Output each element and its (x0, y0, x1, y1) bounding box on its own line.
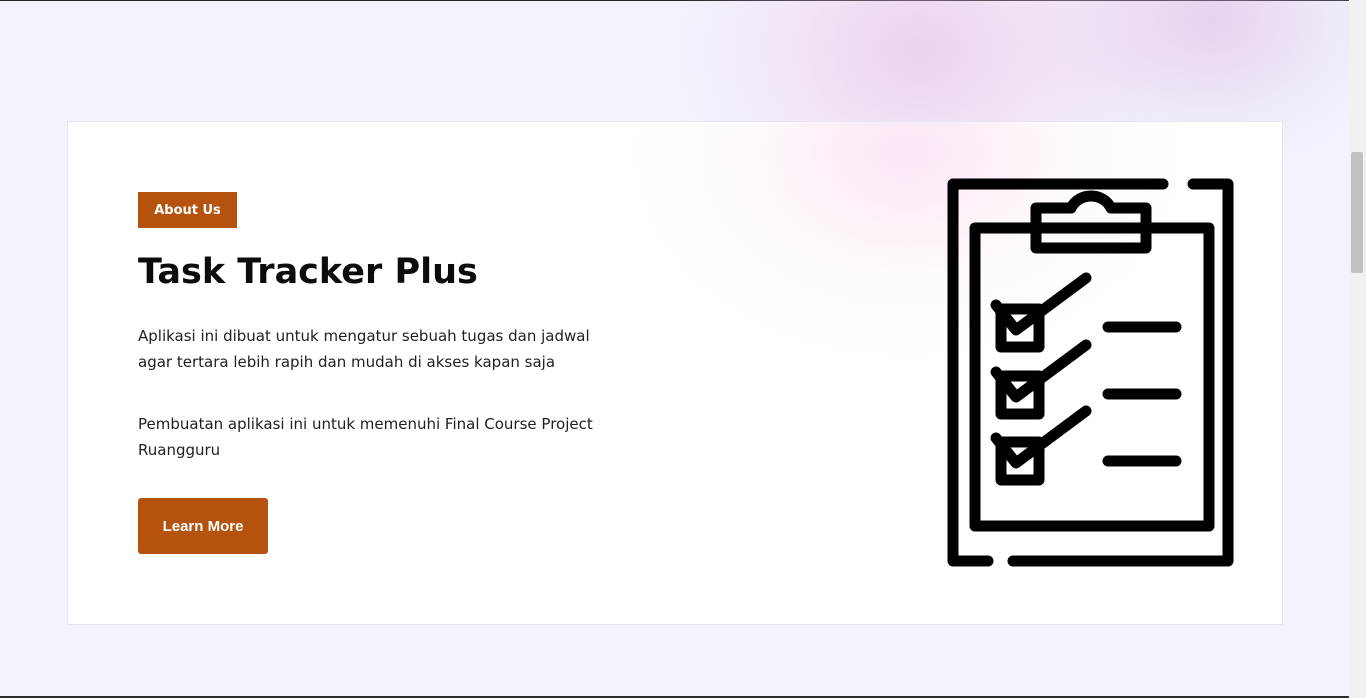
page-title: Task Tracker Plus (138, 252, 478, 292)
clip (1030, 190, 1152, 254)
window-top-border (0, 0, 1366, 1)
purpose-paragraph: Pembuatan aplikasi ini untuk memenuhi Fi… (138, 415, 593, 459)
vertical-scrollbar[interactable] (1349, 0, 1366, 698)
learn-more-button[interactable]: Learn More (138, 498, 268, 554)
scrollbar-thumb[interactable] (1351, 152, 1363, 273)
about-section-card: About Us Task Tracker Plus Aplikasi ini … (67, 121, 1283, 625)
description-paragraph: Aplikasi ini dibuat untuk mengatur sebua… (138, 327, 590, 371)
clipboard-checklist-icon (947, 178, 1234, 567)
about-us-badge: About Us (138, 192, 237, 228)
